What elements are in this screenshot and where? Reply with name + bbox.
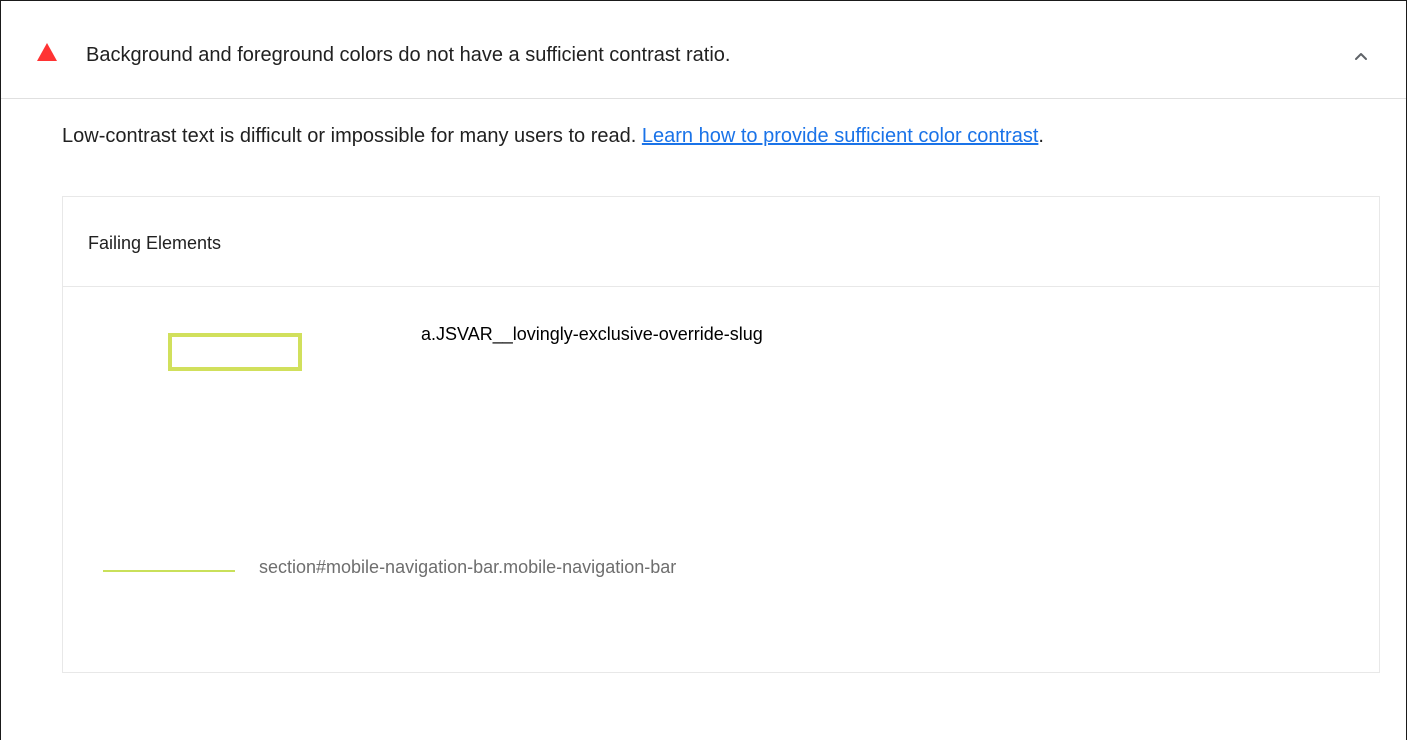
element-selector: a.JSVAR__lovingly-exclusive-override-slu…	[421, 324, 763, 344]
chevron-up-icon[interactable]	[1354, 51, 1368, 61]
element-selector: section#mobile-navigation-bar.mobile-nav…	[259, 557, 677, 577]
description-suffix: .	[1038, 125, 1044, 147]
learn-more-link[interactable]: Learn how to provide sufficient color co…	[642, 125, 1039, 147]
audit-header[interactable]: Background and foreground colors do not …	[1, 1, 1406, 99]
description-text: Low-contrast text is difficult or imposs…	[62, 125, 642, 147]
element-screenshot-thumbnail[interactable]	[103, 570, 235, 572]
element-screenshot-thumbnail[interactable]	[168, 333, 302, 371]
table-row: section#mobile-navigation-bar.mobile-nav…	[63, 512, 1379, 672]
failing-elements-table: Failing Elements a.JSVAR__lovingly-exclu…	[62, 196, 1380, 673]
column-header-failing-elements: Failing Elements	[88, 233, 222, 253]
table-header: Failing Elements	[63, 197, 1379, 287]
audit-description: Low-contrast text is difficult or imposs…	[62, 123, 1044, 149]
warning-triangle-icon	[37, 43, 57, 61]
audit-title: Background and foreground colors do not …	[86, 44, 731, 66]
contrast-audit: Background and foreground colors do not …	[0, 0, 1407, 740]
table-row: a.JSVAR__lovingly-exclusive-override-slu…	[63, 287, 1379, 512]
